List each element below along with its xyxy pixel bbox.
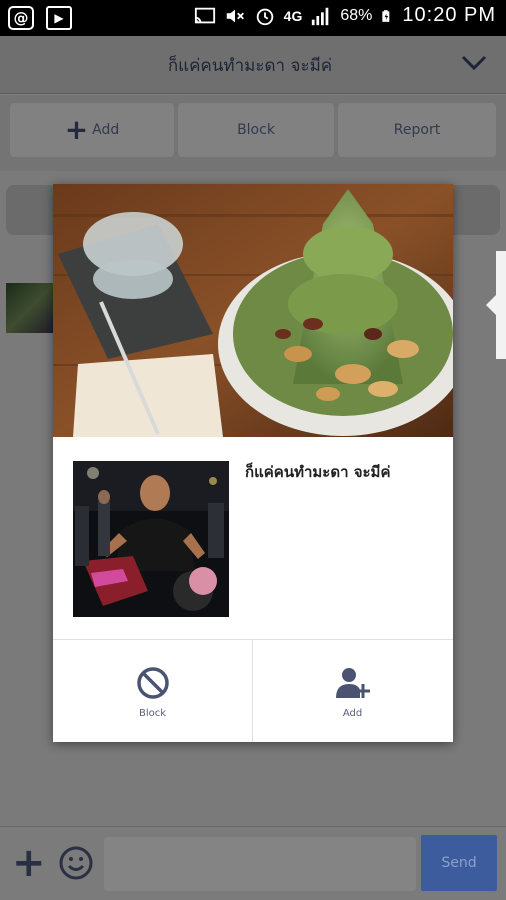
chat-header: ก็แค่คนทำมะดา จะมีค่	[0, 36, 506, 94]
modal-block-label: Block	[138, 707, 167, 719]
modal-add-label: Add	[342, 707, 363, 719]
report-button-label: Report	[393, 122, 441, 138]
add-button-label: Add	[92, 122, 120, 138]
modal-block-button[interactable]: Block	[53, 640, 252, 742]
send-button-label: Send	[441, 855, 477, 871]
battery-percent: 68%	[340, 6, 373, 24]
mute-icon	[226, 9, 244, 22]
modal-add-button[interactable]: Add	[253, 640, 452, 742]
profile-image	[73, 461, 229, 617]
chat-title: ก็แค่คนทำมะดา จะมีค่	[167, 56, 333, 76]
cover-photo	[53, 184, 453, 437]
cast-icon	[194, 7, 215, 23]
block-button-label: Block	[237, 122, 275, 138]
send-button[interactable]: Send	[421, 835, 497, 891]
network-type: 4G	[283, 7, 303, 24]
profile-popup: ก็แค่คนทำมะดา จะมีค่ Block Add	[53, 184, 453, 742]
message-input[interactable]	[104, 837, 416, 891]
status-bar: @ ▶ 4G 68% 10:20 PM	[0, 0, 506, 36]
clock: 10:20 PM	[402, 4, 496, 26]
plus-icon[interactable]: +	[12, 843, 46, 883]
notification-icons: @ ▶	[8, 6, 72, 30]
side-panel-arrow-icon	[486, 295, 496, 315]
block-icon	[136, 666, 169, 699]
system-status: 4G 68% 10:20 PM	[194, 4, 496, 27]
smiley-icon[interactable]	[58, 845, 94, 881]
block-button[interactable]: Block	[178, 103, 334, 157]
report-button[interactable]: Report	[338, 103, 496, 157]
chat-avatar[interactable]	[6, 283, 54, 333]
add-friend-icon	[335, 667, 370, 698]
signal-icon	[312, 7, 329, 25]
chevron-down-icon[interactable]	[460, 52, 488, 74]
action-bar: + Add Block Report	[0, 95, 506, 171]
profile-name: ก็แค่คนทำมะดา จะมีค่	[245, 463, 391, 481]
at-icon: @	[8, 6, 34, 30]
cover-image	[53, 184, 453, 437]
profile-photo[interactable]	[73, 461, 229, 617]
side-panel-tab[interactable]	[496, 251, 506, 359]
add-button[interactable]: + Add	[10, 103, 174, 157]
plus-icon: +	[64, 113, 89, 146]
battery-icon	[382, 9, 390, 22]
input-bar: + Send	[0, 826, 506, 900]
alarm-icon	[256, 8, 273, 25]
screenshot-icon: ▶	[46, 6, 72, 30]
